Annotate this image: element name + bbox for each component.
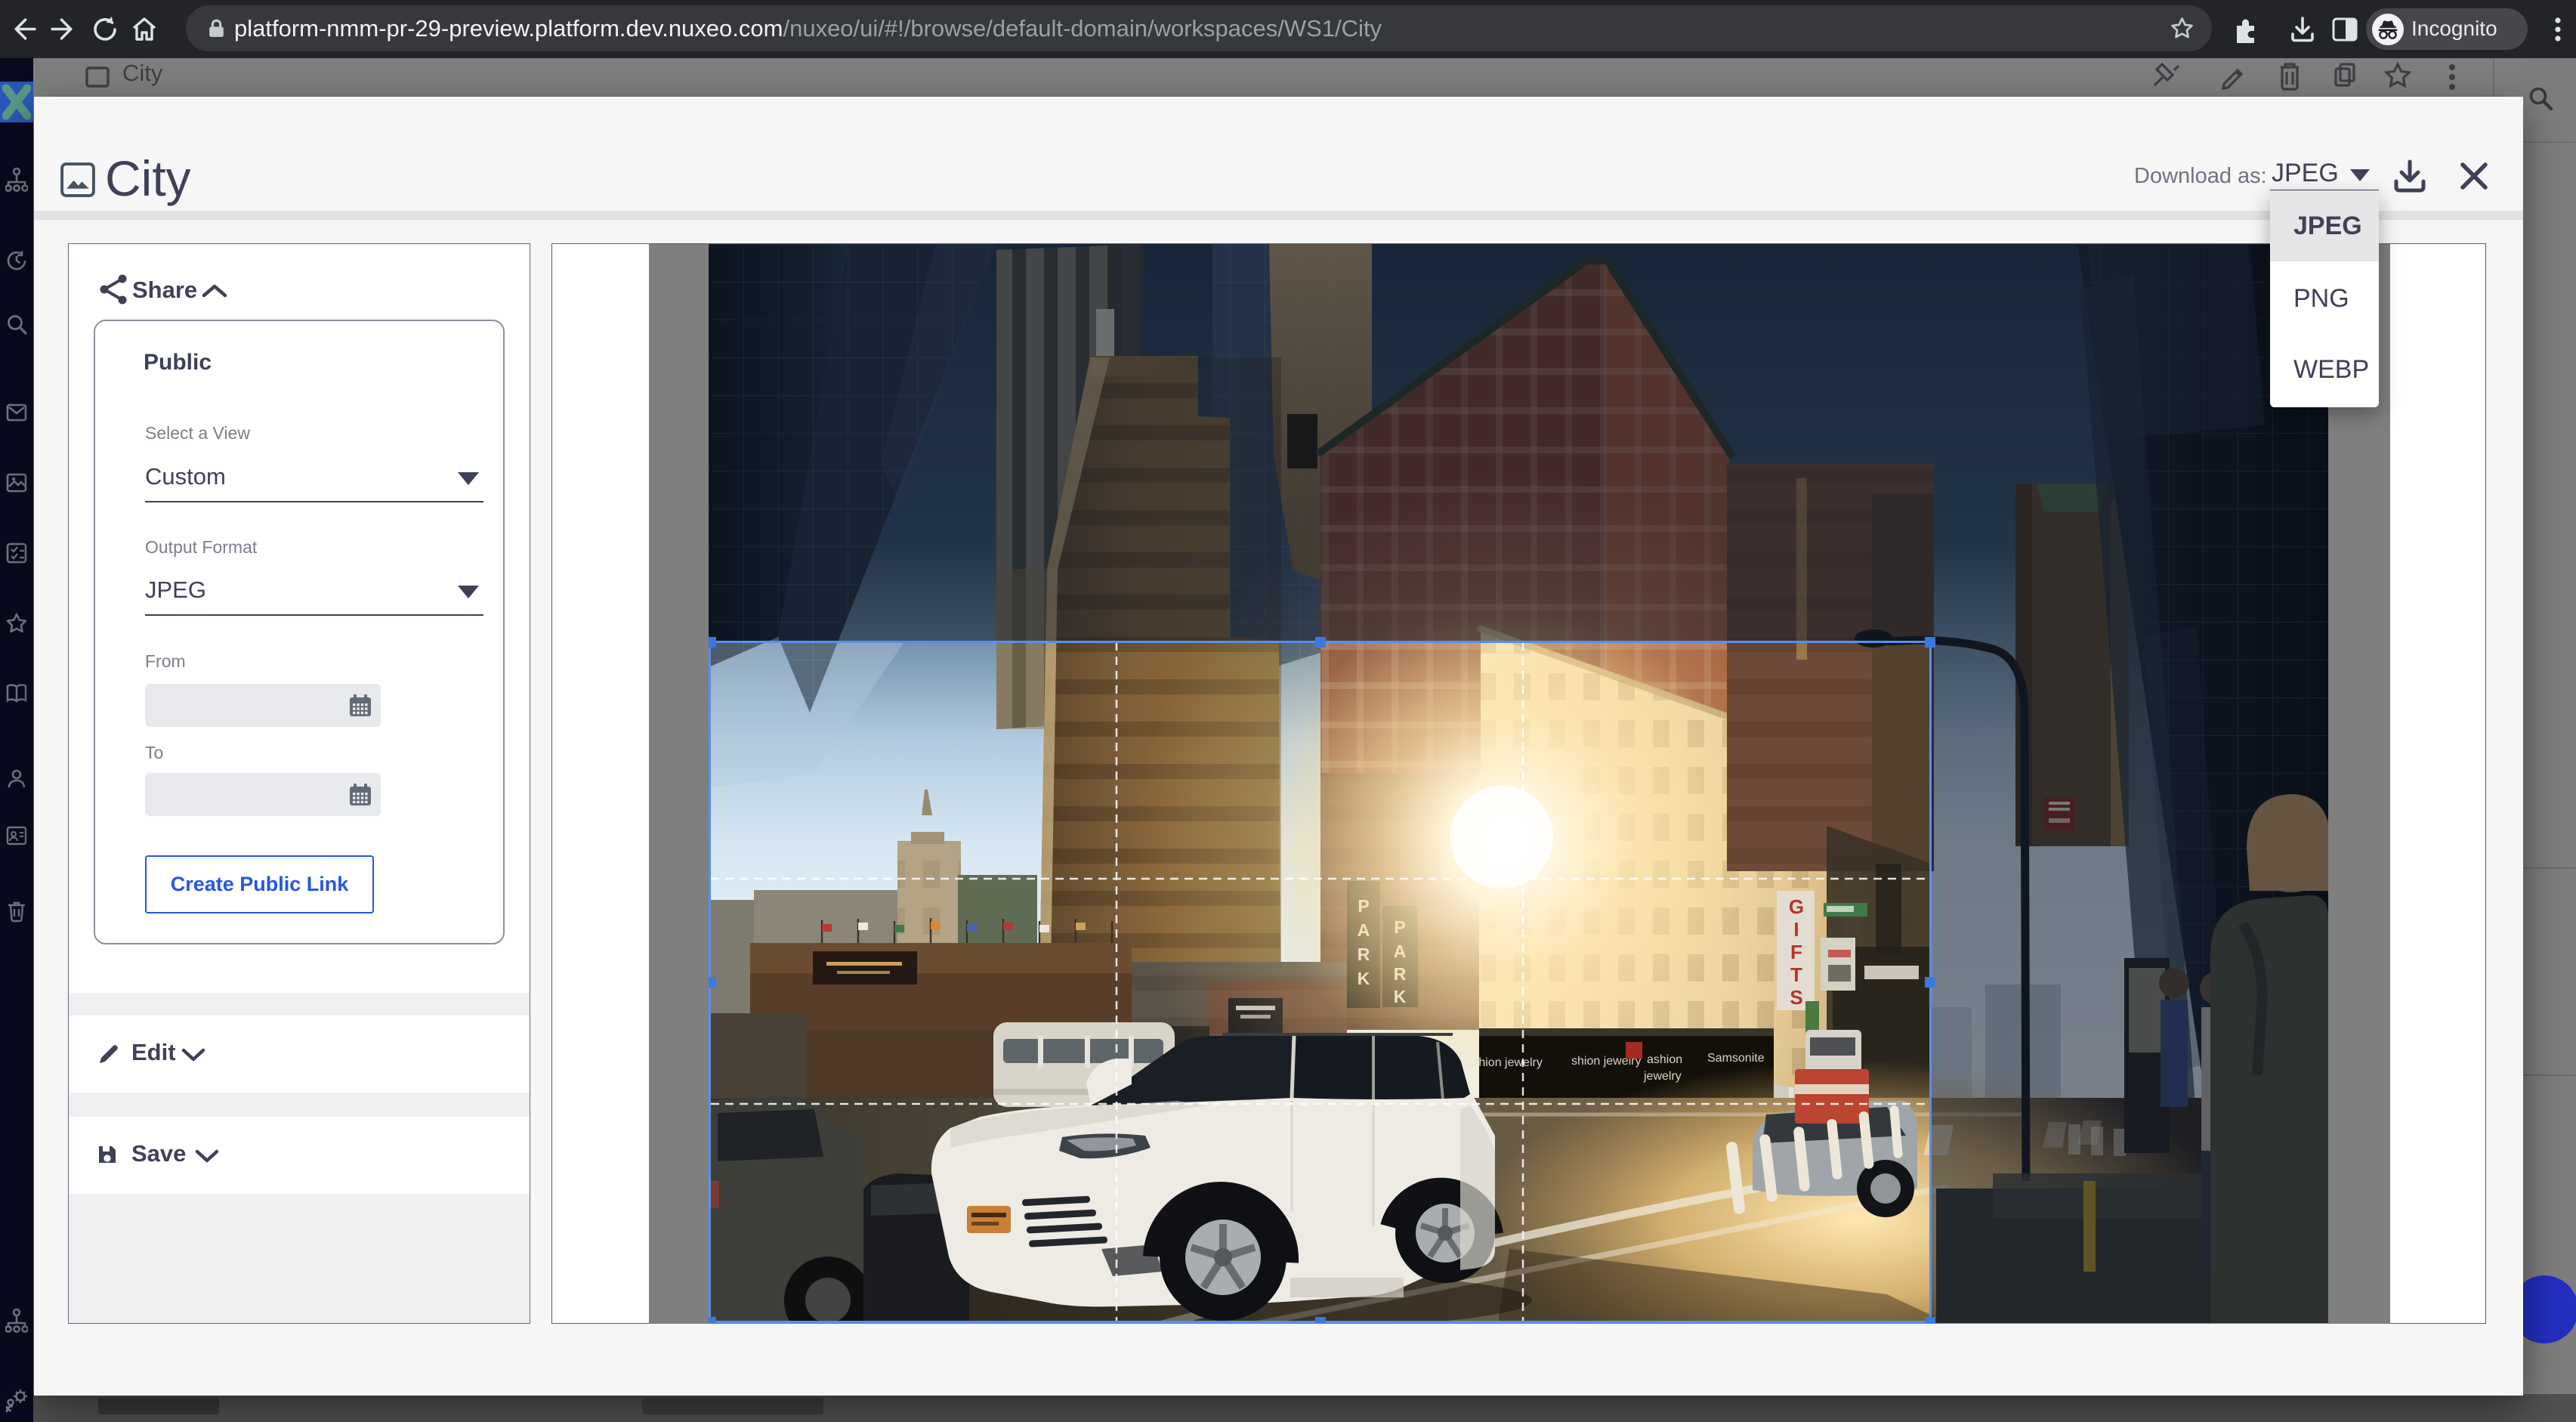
svg-text:Samsonite: Samsonite xyxy=(1707,1052,1765,1065)
svg-text:T: T xyxy=(1790,963,1802,986)
svg-text:F: F xyxy=(1790,941,1802,963)
svg-text:fashion jewelry: fashion jewelry xyxy=(1463,1056,1543,1069)
svg-text:I: I xyxy=(1793,918,1799,941)
svg-text:S: S xyxy=(1790,986,1802,1009)
svg-text:ashion: ashion xyxy=(1647,1053,1682,1066)
svg-text:G: G xyxy=(1789,895,1804,918)
